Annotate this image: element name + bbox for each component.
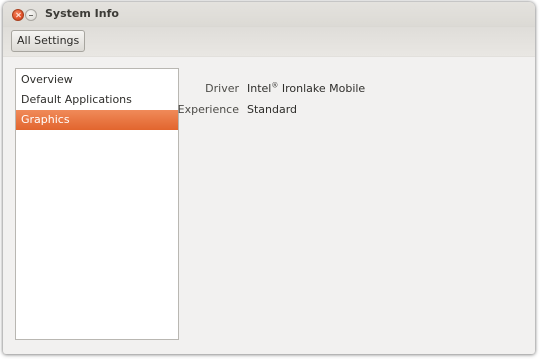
title-bar[interactable]: System Info (3, 2, 535, 27)
experience-value: Standard (247, 103, 298, 116)
driver-model: Ironlake Mobile (278, 82, 366, 95)
close-icon[interactable] (12, 9, 24, 21)
all-settings-button[interactable]: All Settings (11, 30, 86, 52)
driver-label: Driver (205, 82, 239, 95)
system-info-window: System Info All Settings Overview Defaul… (3, 2, 535, 354)
experience-label: Experience (177, 103, 239, 116)
window-title: System Info (45, 7, 119, 20)
toolbar: All Settings (3, 27, 535, 57)
sidebar-item-overview[interactable]: Overview (16, 70, 178, 90)
sidebar-item-graphics[interactable]: Graphics (16, 110, 178, 130)
driver-vendor: Intel (247, 82, 272, 95)
minimize-icon[interactable] (25, 9, 37, 21)
sidebar: Overview Default Applications Graphics (15, 68, 179, 340)
driver-value: Intel® Ironlake Mobile (247, 81, 365, 97)
sidebar-item-default-applications[interactable]: Default Applications (16, 90, 178, 110)
